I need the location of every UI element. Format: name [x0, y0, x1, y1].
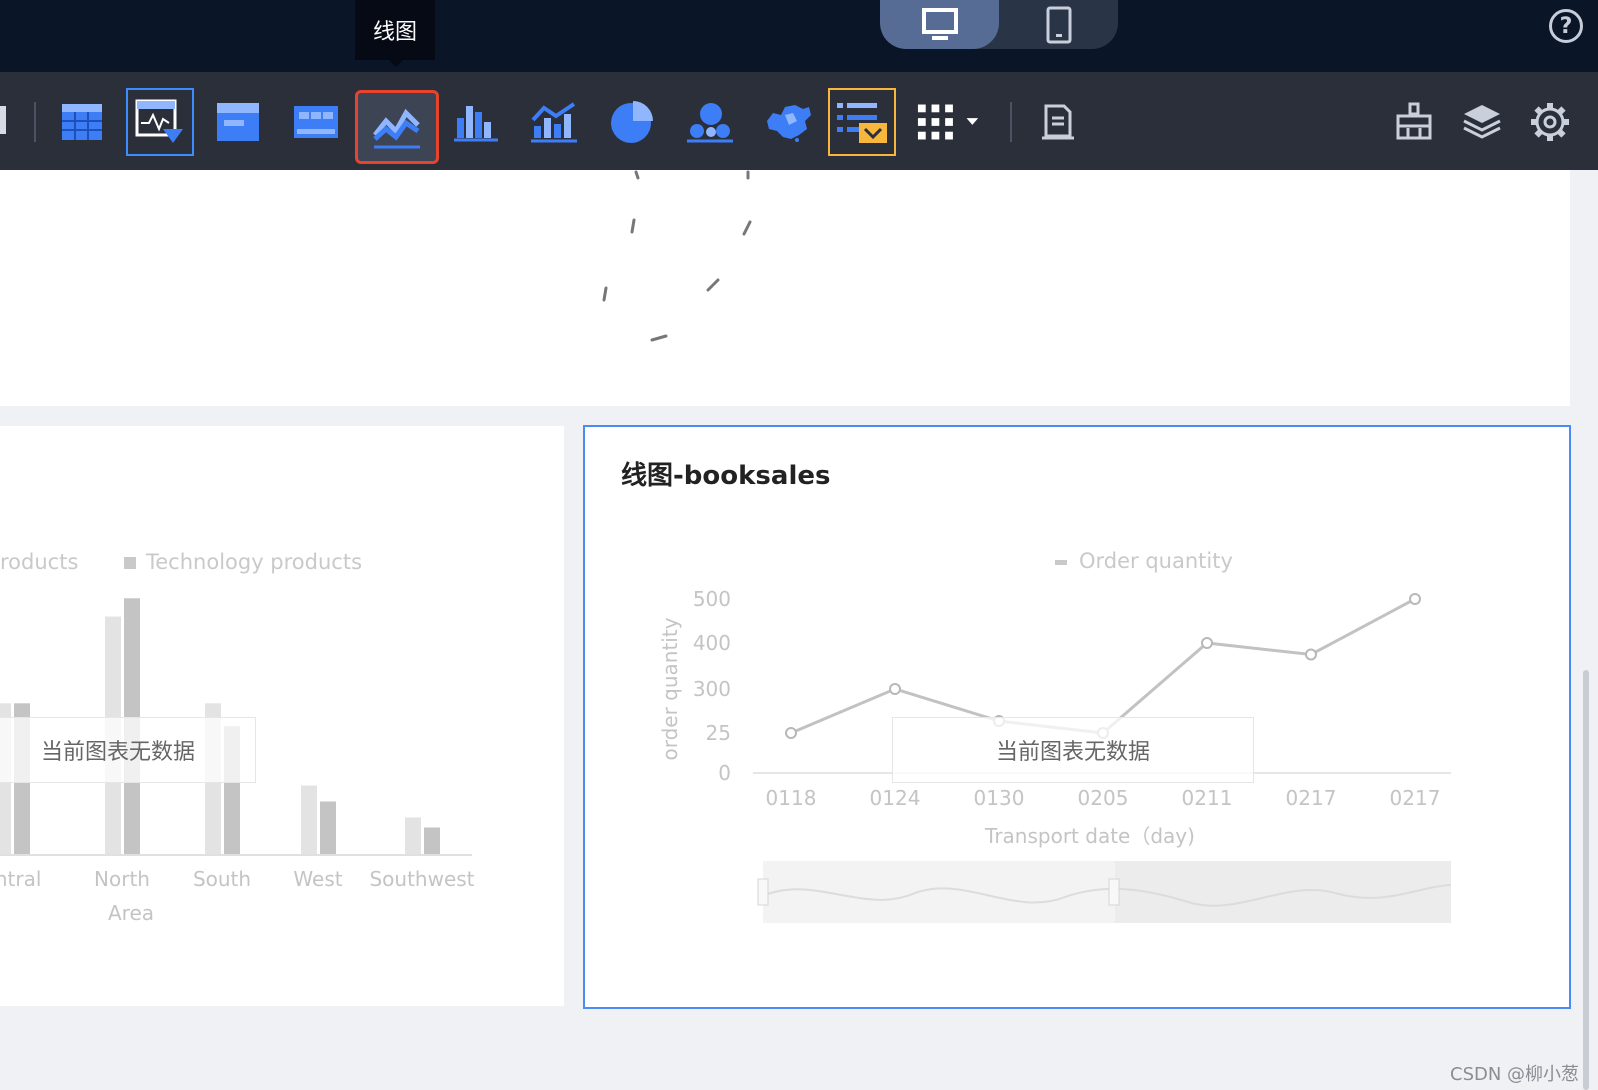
x-tick-label: 0130	[974, 786, 1025, 810]
cross-table-icon	[135, 99, 183, 143]
map-button[interactable]	[754, 88, 822, 156]
report-button[interactable]	[1024, 88, 1092, 156]
brush-button[interactable]	[1380, 88, 1448, 156]
x-tick-label: 0217	[1286, 786, 1337, 810]
card-button[interactable]	[204, 88, 272, 156]
x-tick-label: North	[94, 867, 150, 891]
desktop-view-button[interactable]	[880, 0, 999, 49]
x-tick-label: Southwest	[369, 867, 474, 891]
bar	[405, 817, 421, 854]
card-icon	[217, 103, 259, 141]
more-charts-icon	[917, 104, 979, 140]
table-icon	[62, 104, 102, 140]
desktop-icon	[921, 7, 958, 40]
filter-list-icon	[837, 103, 887, 143]
vertical-scrollbar[interactable]	[1583, 670, 1589, 1090]
scatter-chart-icon	[687, 103, 733, 143]
line-chart-icon	[373, 108, 420, 149]
x-tick-label: West	[293, 867, 342, 891]
x-tick-label: 0124	[870, 786, 921, 810]
line-chart-panel[interactable]: 线图-booksales Order quantity 500 400 300 25 0…	[583, 425, 1571, 1009]
zoom-slider-window	[1115, 861, 1451, 923]
x-tick-label: 0211	[1182, 786, 1233, 810]
settings-button[interactable]	[1516, 88, 1584, 156]
bar	[320, 801, 336, 854]
y-tick-label: 500	[693, 587, 731, 611]
no-data-message: 当前图表无数据	[892, 717, 1254, 783]
toolbar-divider	[1010, 102, 1012, 142]
area-bar-chart: entral North South West Southwest Area	[0, 598, 475, 925]
combo-chart-button[interactable]	[520, 88, 588, 156]
help-icon[interactable]: ?	[1549, 9, 1583, 43]
layers-button[interactable]	[1448, 88, 1516, 156]
mobile-icon	[1046, 6, 1071, 43]
pie-chart-icon	[611, 101, 653, 143]
report-icon	[1042, 104, 1074, 140]
filter-list-button[interactable]	[828, 88, 896, 156]
toolbar-overflow-edge	[0, 106, 6, 134]
bar-chart-icon	[454, 106, 498, 142]
zoom-handle-left	[757, 878, 769, 906]
x-tick-label: South	[193, 867, 251, 891]
data-point	[889, 683, 901, 695]
watermark: CSDN @柳小葱	[1450, 1064, 1580, 1085]
bar-chart-button[interactable]	[442, 88, 510, 156]
combo-chart-icon	[531, 102, 577, 143]
no-data-message: 当前图表无数据	[0, 717, 256, 783]
area-bar-chart-panel[interactable]: roducts Technology products entralNorthS…	[0, 426, 564, 1006]
series-line	[790, 597, 1416, 735]
y-tick-label: 25	[706, 721, 731, 745]
settings-icon	[1531, 103, 1569, 141]
indicator-card-icon	[294, 106, 338, 138]
line-chart-button[interactable]	[355, 90, 439, 164]
top-chart-panel	[0, 170, 1570, 406]
more-charts-button[interactable]	[916, 88, 984, 156]
data-point	[1409, 593, 1421, 605]
data-point	[785, 727, 797, 739]
scatter-chart-button[interactable]	[676, 88, 744, 156]
zoom-handle-right	[1108, 878, 1120, 906]
x-tick-label: 0118	[766, 786, 817, 810]
data-point	[1201, 637, 1213, 649]
device-toggle	[880, 0, 1118, 49]
y-tick-label: 400	[693, 631, 731, 655]
top-bar: ?	[0, 0, 1598, 72]
y-tick-label: 0	[718, 761, 731, 785]
loading-spinner	[602, 170, 752, 342]
toolbar-divider	[34, 102, 36, 142]
y-tick-label: 300	[693, 677, 731, 701]
x-tick-label: 0217	[1390, 786, 1441, 810]
x-axis-title: Transport date（day)	[984, 824, 1195, 848]
bar	[301, 785, 317, 854]
x-axis-title: Area	[108, 901, 154, 925]
x-tick-label: 0205	[1078, 786, 1129, 810]
layers-icon	[1463, 105, 1501, 139]
indicator-card-button[interactable]	[282, 88, 350, 156]
bar	[424, 827, 440, 854]
brush-icon	[1396, 102, 1432, 140]
tooltip: 线图	[355, 0, 435, 67]
pie-chart-button[interactable]	[598, 88, 666, 156]
mobile-view-button[interactable]	[999, 0, 1118, 49]
data-point	[1305, 648, 1317, 661]
x-tick-label: entral	[0, 867, 41, 891]
cross-table-button[interactable]	[126, 88, 194, 156]
map-icon	[767, 105, 811, 142]
y-axis-title: order quantity	[658, 617, 682, 760]
table-button[interactable]	[48, 88, 116, 156]
